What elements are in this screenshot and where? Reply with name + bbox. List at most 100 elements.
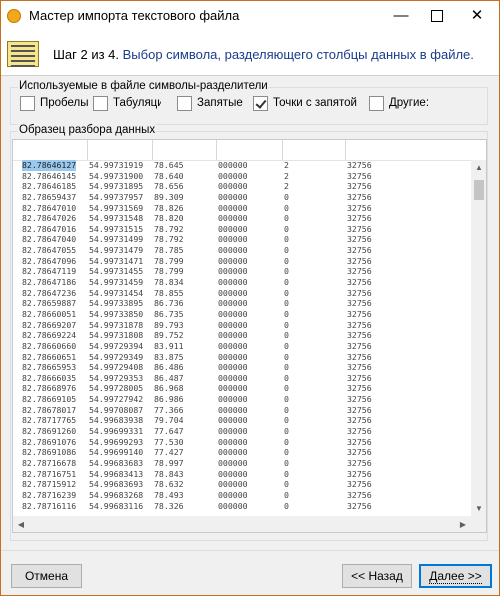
cancel-button[interactable]: Отмена — [11, 564, 82, 588]
scroll-left-icon[interactable]: ◀ — [13, 520, 29, 529]
table-cell: 000000 — [218, 223, 248, 234]
vertical-scrollbar[interactable]: ▲ ▼ — [471, 160, 486, 516]
checkbox-box[interactable] — [93, 96, 108, 111]
table-cell: 86.735 — [154, 308, 184, 319]
table-cell: 32756 — [347, 436, 372, 447]
scroll-up-icon[interactable]: ▲ — [471, 163, 486, 172]
table-row: 82.78660660 54.99729394 83.911 000000 0 32756 — [13, 341, 471, 352]
table-cell: 86.487 — [154, 372, 184, 383]
table-cell: 78.799 — [154, 255, 184, 266]
table-cell: 54.99699331 — [89, 426, 144, 437]
table-cell: 83.875 — [154, 351, 184, 362]
title-bar[interactable]: Мастер импорта текстового файла — ✕ — [1, 1, 499, 31]
table-cell: 32756 — [347, 415, 372, 426]
table-cell: 000000 — [218, 489, 248, 500]
table-cell: 77.366 — [154, 404, 184, 415]
table-cell: 82.78647055 — [22, 245, 77, 256]
table-cell: 000000 — [218, 308, 248, 319]
table-cell: 32756 — [347, 277, 372, 288]
table-cell: 000000 — [218, 351, 248, 362]
wizard-window: Мастер импорта текстового файла — ✕ Шаг … — [0, 0, 500, 596]
footer-divider — [1, 550, 499, 551]
table-cell: 82.78678017 — [22, 404, 77, 415]
table-cell: 000000 — [218, 394, 248, 405]
table-cell: 000000 — [218, 468, 248, 479]
maximize-icon — [431, 10, 443, 23]
table-cell: 78.855 — [154, 287, 184, 298]
column-separator[interactable] — [87, 140, 88, 160]
table-cell: 0 — [284, 426, 289, 437]
table-cell: 000000 — [218, 319, 248, 330]
data-preview-grid[interactable]: 82.78646127 54.99731919 78.645 000000 2 32756… — [12, 139, 487, 533]
table-cell: 54.99737957 — [89, 191, 144, 202]
delimiters-legend: Используемые в файле символы-разделители — [18, 80, 269, 92]
minimize-button[interactable]: — — [383, 1, 419, 31]
grid-column-headers[interactable] — [13, 140, 471, 161]
table-cell: 000000 — [218, 330, 248, 341]
table-cell: 32756 — [347, 181, 372, 192]
table-cell: 78.834 — [154, 277, 184, 288]
table-cell: 82.78647186 — [22, 277, 77, 288]
table-cell: 78.656 — [154, 181, 184, 192]
table-cell: 78.792 — [154, 223, 184, 234]
table-cell: 0 — [284, 330, 289, 341]
table-cell: 82.78666035 — [22, 372, 77, 383]
checkbox-box[interactable] — [369, 96, 384, 111]
maximize-button[interactable] — [419, 1, 455, 31]
table-cell: 0 — [284, 255, 289, 266]
table-cell: 54.99729408 — [89, 362, 144, 373]
table-row: 82.78646127 54.99731919 78.645 000000 2 32756 — [13, 160, 471, 171]
table-row: 82.78660051 54.99733850 86.735 000000 0 32756 — [13, 309, 471, 320]
column-separator[interactable] — [152, 140, 153, 160]
table-cell: 0 — [284, 319, 289, 330]
column-separator[interactable] — [282, 140, 283, 160]
delimiters-group: Используемые в файле символы-разделители… — [10, 80, 488, 125]
checkbox-label: Табуляции — [113, 97, 161, 109]
back-button[interactable]: << Назад — [342, 564, 412, 588]
checkbox-label: Другие: — [389, 97, 430, 109]
table-cell: 32756 — [347, 340, 372, 351]
table-cell: 32756 — [347, 457, 372, 468]
table-cell: 000000 — [218, 245, 248, 256]
table-cell: 86.968 — [154, 383, 184, 394]
close-button[interactable]: ✕ — [459, 1, 495, 31]
table-cell: 79.704 — [154, 415, 184, 426]
table-cell: 000000 — [218, 340, 248, 351]
next-button-label: Далее >> — [429, 569, 482, 584]
table-cell: 0 — [284, 287, 289, 298]
checkbox-box[interactable] — [20, 96, 35, 111]
table-row: 82.78678017 54.99708087 77.366 000000 0 32756 — [13, 405, 471, 416]
table-cell: 32756 — [347, 319, 372, 330]
column-separator[interactable] — [216, 140, 217, 160]
window-title: Мастер импорта текстового файла — [29, 8, 240, 23]
table-row: 82.78716116 54.99683116 78.326 000000 0 32756 — [13, 501, 471, 512]
table-row: 82.78669207 54.99731878 89.793 000000 0 32756 — [13, 320, 471, 331]
checkbox-label: Пробелы — [40, 97, 89, 109]
scroll-thumb[interactable] — [474, 180, 484, 200]
horizontal-scrollbar[interactable]: ◀ ▶ — [13, 516, 471, 532]
table-cell: 32756 — [347, 245, 372, 256]
table-cell: 77.530 — [154, 436, 184, 447]
checkbox-box[interactable] — [177, 96, 192, 111]
table-cell: 82.78646145 — [22, 170, 77, 181]
table-cell: 82.78647026 — [22, 213, 77, 224]
scroll-down-icon[interactable]: ▼ — [471, 504, 486, 513]
table-cell: 32756 — [347, 287, 372, 298]
scroll-right-icon[interactable]: ▶ — [455, 520, 471, 529]
table-cell: 000000 — [218, 213, 248, 224]
table-cell: 32756 — [347, 330, 372, 341]
table-row: 82.78647040 54.99731499 78.792 000000 0 32756 — [13, 234, 471, 245]
table-cell: 54.99731499 — [89, 234, 144, 245]
table-row: 82.78715912 54.99683693 78.632 000000 0 32756 — [13, 479, 471, 490]
table-cell: 0 — [284, 308, 289, 319]
table-row: 82.78717765 54.99683938 79.704 000000 0 32756 — [13, 415, 471, 426]
next-button[interactable]: Далее >> — [419, 564, 492, 588]
table-row: 82.78716751 54.99683413 78.843 000000 0 32756 — [13, 469, 471, 480]
column-separator[interactable] — [345, 140, 346, 160]
table-cell: 32756 — [347, 234, 372, 245]
scroll-corner — [471, 516, 486, 532]
table-cell: 000000 — [218, 426, 248, 437]
table-cell: 32756 — [347, 308, 372, 319]
checkbox-box[interactable] — [253, 96, 268, 111]
table-cell: 78.826 — [154, 202, 184, 213]
